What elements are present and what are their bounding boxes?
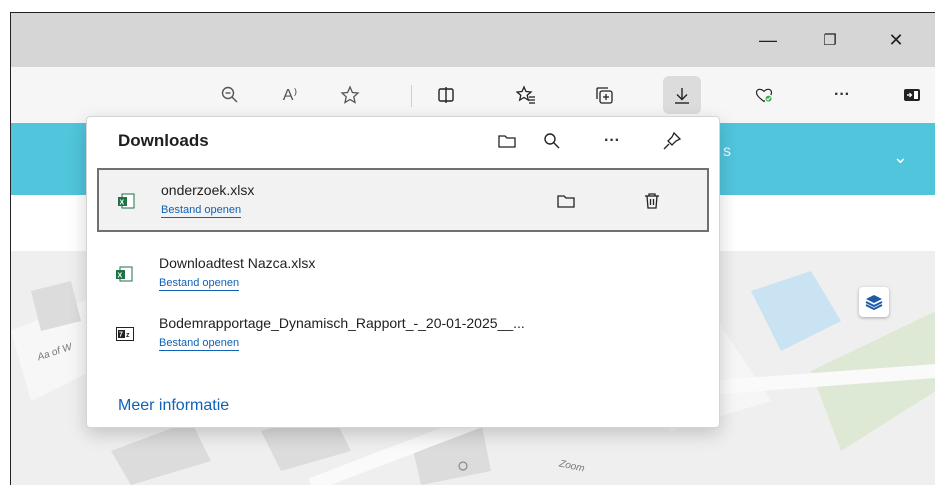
- title-bar: — ❐ ✕: [11, 13, 935, 67]
- read-aloud-button[interactable]: A⁾: [271, 76, 309, 114]
- svg-text:X: X: [120, 200, 125, 207]
- open-file-link[interactable]: Bestand openen: [159, 277, 240, 291]
- pin-downloads-button[interactable]: [657, 127, 687, 155]
- download-file-name: Downloadtest Nazca.xlsx: [159, 255, 316, 271]
- more-icon: ···: [604, 132, 620, 149]
- add-favorite-button[interactable]: [331, 76, 369, 114]
- restore-button[interactable]: ❐: [807, 13, 853, 67]
- zoom-out-button[interactable]: [211, 76, 249, 114]
- close-button[interactable]: ✕: [873, 13, 919, 67]
- toolbar-divider: [411, 85, 412, 107]
- folder-icon: [557, 195, 575, 208]
- downloads-header: Downloads ···: [87, 117, 719, 165]
- favorites-list-icon: [516, 85, 535, 104]
- downloads-panel: Downloads ··· X onderzoek.xlsx Bestand o…: [86, 116, 720, 428]
- restore-icon: ❐: [823, 32, 837, 49]
- excel-file-icon: X: [116, 266, 133, 282]
- more-icon: ···: [834, 86, 850, 103]
- svg-text:X: X: [118, 273, 123, 280]
- delete-download-button[interactable]: [637, 186, 667, 216]
- search-icon: [544, 133, 560, 149]
- browser-essentials-icon: [755, 88, 773, 103]
- search-downloads-button[interactable]: [537, 127, 567, 155]
- close-icon: ✕: [888, 29, 904, 50]
- download-icon: [675, 88, 689, 104]
- show-in-folder-button[interactable]: [551, 186, 581, 216]
- minimize-icon: —: [759, 29, 777, 50]
- svg-text:z: z: [126, 332, 130, 339]
- downloads-more-button[interactable]: ···: [597, 127, 627, 155]
- trash-icon: [645, 193, 659, 209]
- layers-icon: [865, 295, 883, 311]
- favorites-button[interactable]: [507, 76, 545, 114]
- favorite-star-icon: [340, 85, 360, 104]
- open-file-link[interactable]: Bestand openen: [159, 337, 240, 351]
- minimize-button[interactable]: —: [745, 13, 791, 67]
- download-item[interactable]: X onderzoek.xlsx Bestand openen: [97, 168, 709, 232]
- downloads-button[interactable]: [663, 76, 701, 114]
- chevron-down-icon[interactable]: ⌄: [893, 147, 908, 168]
- sidebar-toggle-icon: [904, 89, 920, 101]
- split-screen-button[interactable]: [427, 76, 465, 114]
- download-file-name: Bodemrapportage_Dynamisch_Rapport_-_20-0…: [159, 315, 525, 331]
- excel-file-icon: X: [118, 193, 135, 209]
- sidebar-toggle-button[interactable]: [893, 76, 931, 114]
- pin-icon: [663, 131, 682, 150]
- download-item[interactable]: X Downloadtest Nazca.xlsx Bestand openen: [97, 243, 709, 307]
- download-file-name: onderzoek.xlsx: [161, 182, 255, 198]
- svg-text:7: 7: [119, 332, 123, 339]
- browser-essentials-button[interactable]: [745, 76, 783, 114]
- read-aloud-icon: A⁾: [282, 87, 298, 104]
- split-screen-icon: [438, 87, 454, 103]
- map-layers-button[interactable]: [859, 287, 889, 317]
- open-downloads-folder-button[interactable]: [492, 127, 522, 155]
- open-file-link[interactable]: Bestand openen: [161, 204, 242, 218]
- collections-button[interactable]: [585, 76, 623, 114]
- download-item[interactable]: 7z Bodemrapportage_Dynamisch_Rapport_-_2…: [97, 303, 709, 367]
- folder-icon: [498, 135, 516, 148]
- zoom-out-icon: [221, 86, 238, 103]
- banner-partial-text: s: [723, 143, 731, 160]
- archive-7z-file-icon: 7z: [116, 327, 134, 341]
- downloads-title: Downloads: [118, 131, 209, 150]
- collections-icon: [596, 87, 613, 104]
- more-options-button[interactable]: ···: [823, 76, 861, 114]
- more-info-link[interactable]: Meer informatie: [118, 397, 229, 415]
